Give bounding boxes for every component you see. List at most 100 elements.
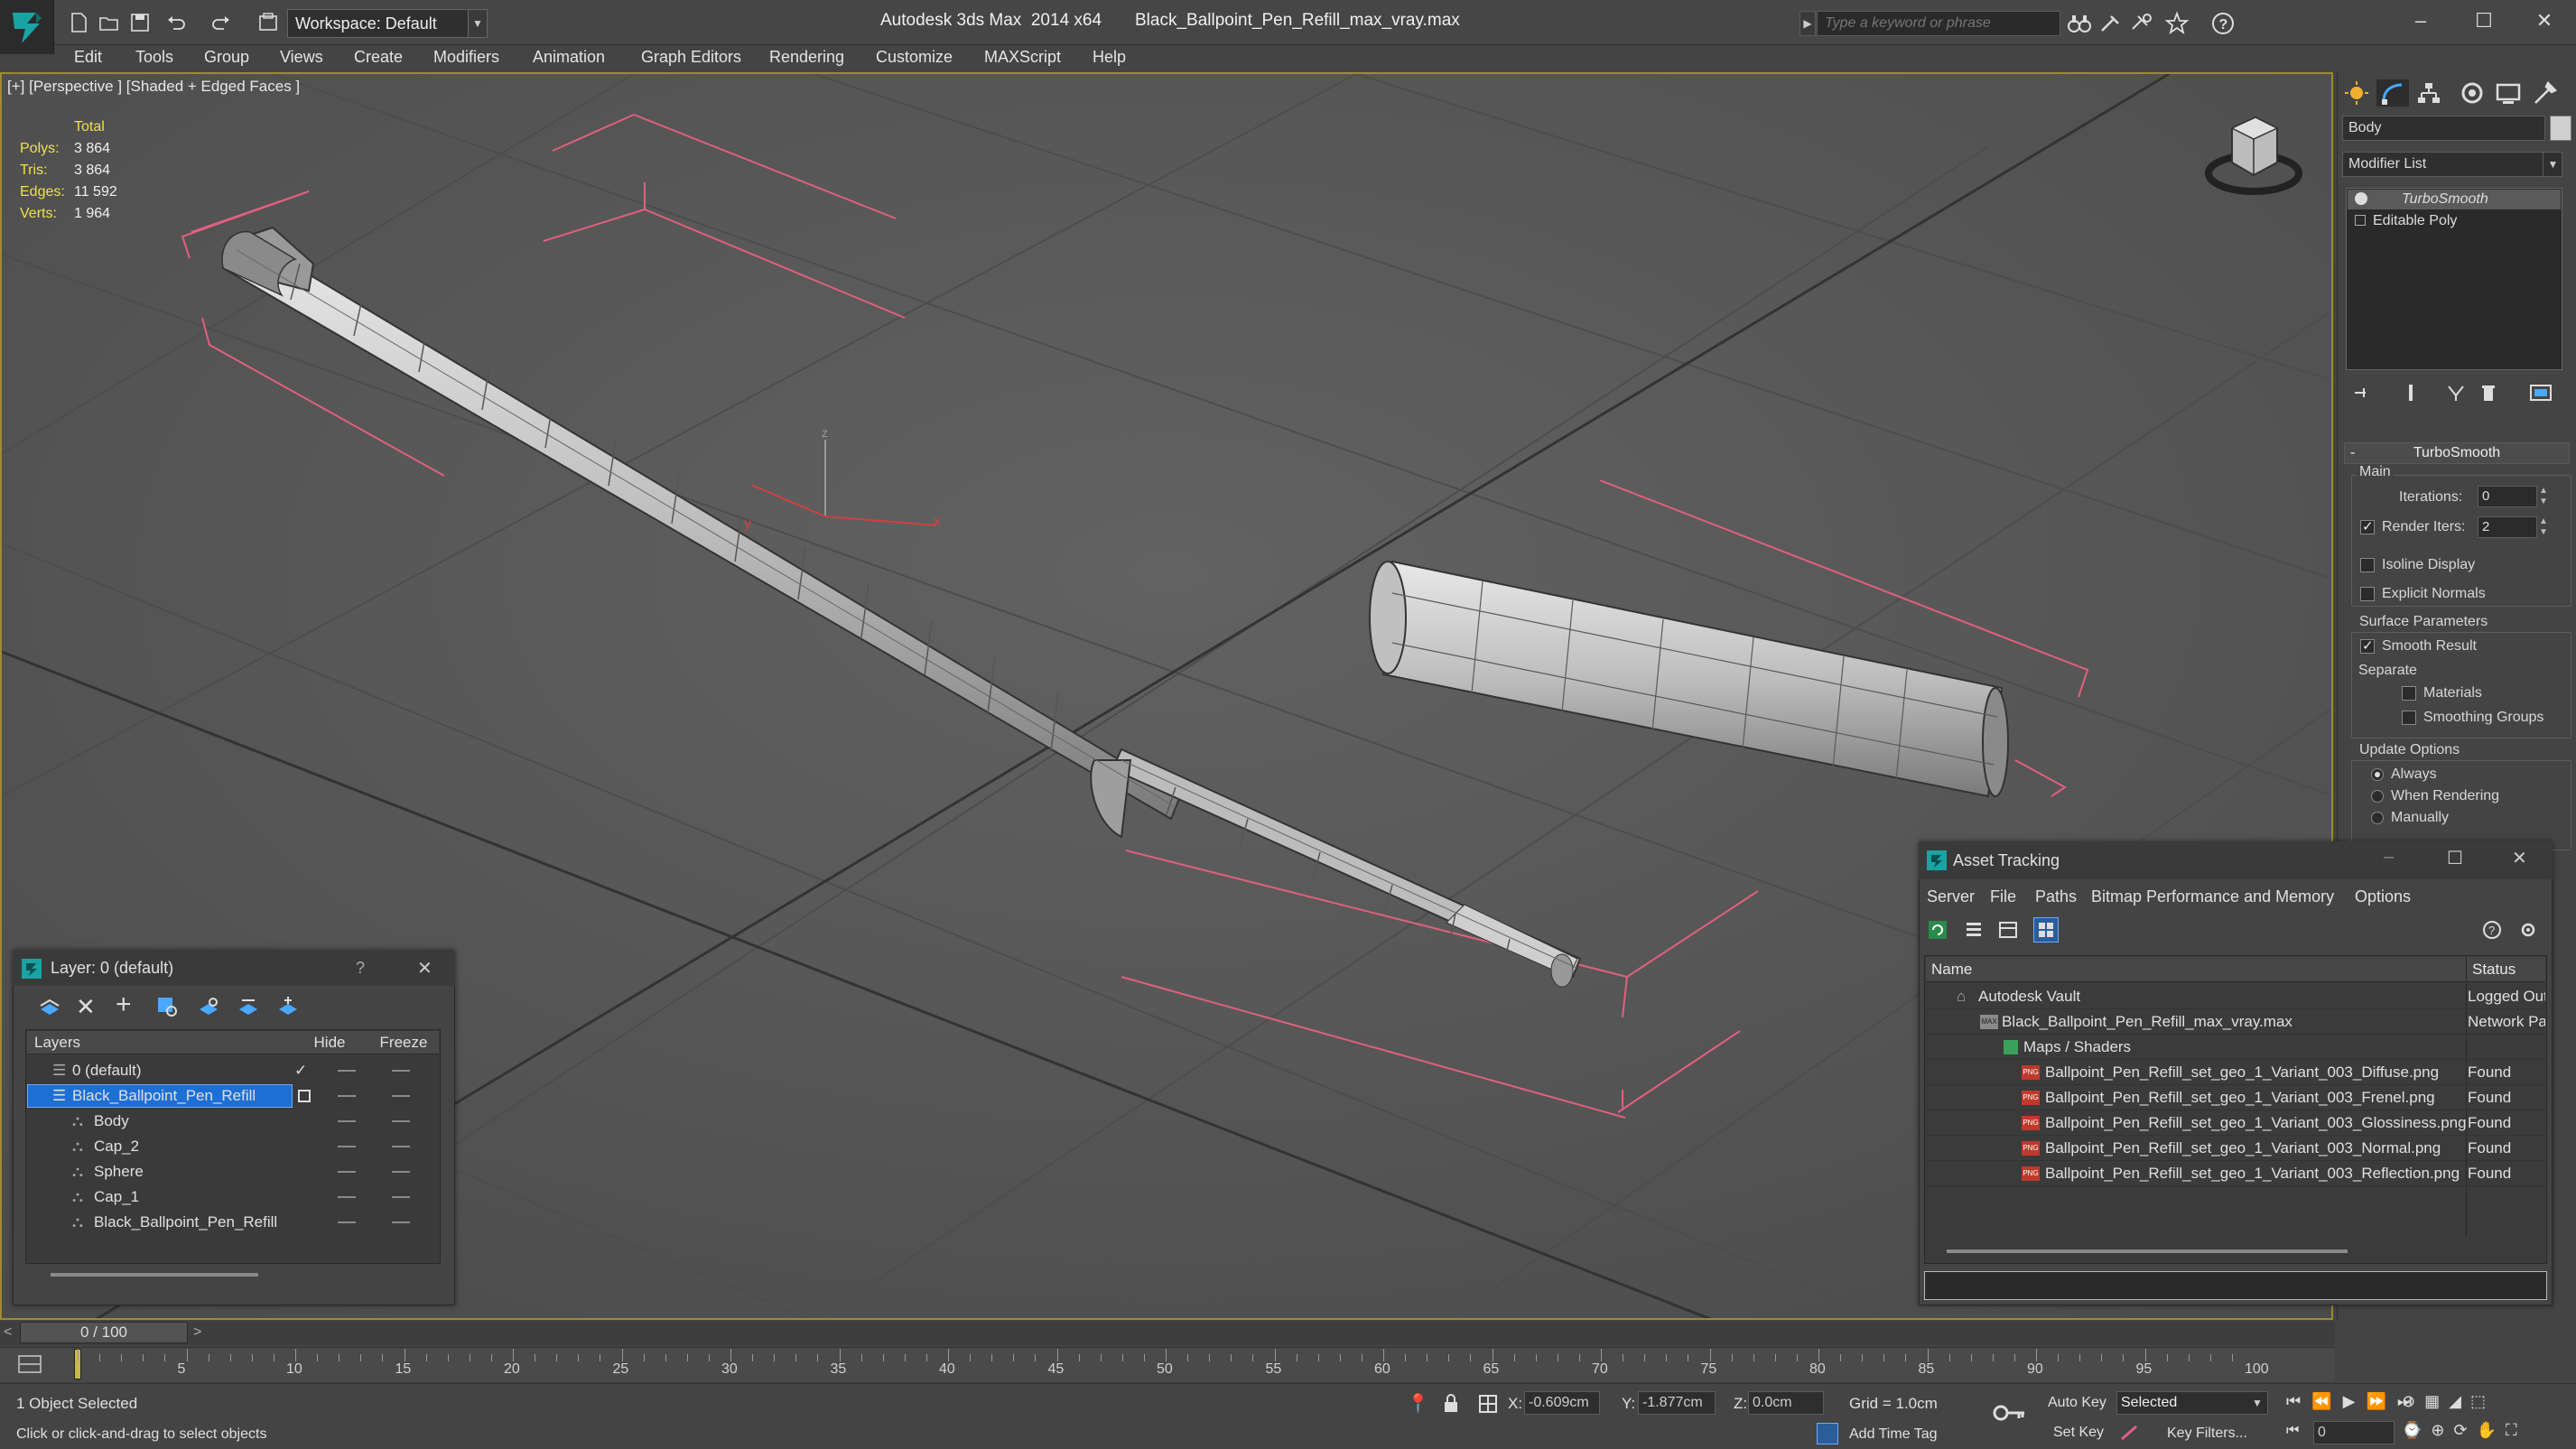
menu-views[interactable]: Views — [280, 45, 323, 69]
menu-customize[interactable]: Customize — [876, 45, 953, 69]
layer-row[interactable]: ☰ Black_Ballpoint_Pen_Refill — [27, 1083, 439, 1109]
make-current-box-icon[interactable] — [298, 1090, 311, 1102]
asset-menu-options[interactable]: Options — [2355, 885, 2411, 908]
subscription-icon[interactable] — [2097, 11, 2124, 36]
active-layer-check-icon[interactable]: ✓ — [294, 1058, 307, 1083]
layer-row[interactable]: ⛬ Body — [27, 1109, 439, 1134]
zoom-region-icon[interactable]: ⬚ — [2470, 1392, 2495, 1410]
freeze-toggle[interactable] — [392, 1171, 410, 1173]
asset-row[interactable]: PNG Ballpoint_Pen_Refill_set_geo_1_Varia… — [1926, 1136, 2545, 1161]
hide-toggle[interactable] — [338, 1146, 356, 1147]
app-logo[interactable] — [0, 0, 54, 54]
field-of-view-icon[interactable]: ◢ — [2449, 1392, 2470, 1410]
time-next-icon[interactable]: > — [193, 1322, 201, 1343]
menu-animation[interactable]: Animation — [533, 45, 605, 69]
stack-item-editable-poly[interactable]: Editable Poly — [2348, 211, 2561, 231]
set-key-icon[interactable] — [2118, 1423, 2145, 1443]
asset-menu-paths[interactable]: Paths — [2035, 885, 2077, 908]
zoom-all-icon[interactable]: ▦ — [2424, 1392, 2449, 1410]
show-end-result-icon[interactable] — [2400, 383, 2422, 403]
expand-box-icon[interactable] — [2355, 215, 2366, 226]
table-view-icon[interactable] — [1997, 919, 2019, 941]
menu-graph-editors[interactable]: Graph Editors — [641, 45, 741, 69]
add-time-tag-button[interactable]: Add Time Tag — [1849, 1426, 1938, 1443]
new-layer-icon[interactable] — [38, 995, 61, 1018]
chevron-down-icon[interactable]: ▼ — [2252, 1391, 2263, 1415]
play-icon[interactable]: ▶ — [2343, 1392, 2367, 1410]
undo-icon[interactable] — [163, 11, 190, 34]
rollout-turbosmooth[interactable]: - TurboSmooth — [2344, 442, 2570, 464]
modify-tab-icon[interactable] — [2376, 79, 2409, 107]
delete-layer-icon[interactable]: ✕ — [76, 995, 99, 1018]
lightbulb-icon[interactable] — [2355, 192, 2367, 205]
manually-radio[interactable] — [2371, 812, 2384, 824]
iterations-spinner[interactable]: 0 — [2478, 486, 2537, 507]
help-icon[interactable]: ? — [2481, 919, 2503, 941]
zoom-extents-icon[interactable]: ⊙ — [2402, 1392, 2424, 1410]
redo-icon[interactable] — [208, 11, 235, 34]
y-coord-field[interactable]: -1.877cm — [1638, 1391, 1716, 1415]
menu-modifiers[interactable]: Modifiers — [433, 45, 499, 69]
make-unique-icon[interactable] — [2445, 383, 2467, 403]
close-dialog-button[interactable]: ✕ — [417, 957, 432, 980]
asset-row[interactable]: PNG Ballpoint_Pen_Refill_set_geo_1_Varia… — [1926, 1110, 2545, 1136]
isoline-display-checkbox[interactable] — [2360, 558, 2375, 572]
menu-tools[interactable]: Tools — [135, 45, 173, 69]
modifier-list-dropdown[interactable]: Modifier List — [2342, 152, 2562, 177]
hide-toggle[interactable] — [338, 1120, 356, 1122]
menu-group[interactable]: Group — [204, 45, 249, 69]
column-header-freeze[interactable]: Freeze — [368, 1031, 439, 1054]
open-file-icon[interactable] — [96, 11, 123, 34]
object-name-field[interactable]: Body — [2342, 116, 2545, 141]
layer-row[interactable]: ☰ 0 (default) ✓ — [27, 1058, 439, 1083]
hide-toggle[interactable] — [338, 1095, 356, 1097]
display-tab-icon[interactable] — [2492, 79, 2525, 107]
explicit-normals-checkbox[interactable] — [2360, 587, 2375, 601]
binoculars-icon[interactable] — [2066, 11, 2093, 36]
select-in-layer-icon[interactable] — [155, 995, 179, 1018]
maximize-viewport-icon[interactable]: ⛶ — [2506, 1421, 2526, 1439]
menu-help[interactable]: Help — [1093, 45, 1126, 69]
key-icon[interactable] — [1992, 1401, 2028, 1425]
freeze-toggle[interactable] — [392, 1221, 410, 1223]
column-header-hide[interactable]: Hide — [291, 1031, 368, 1054]
maximize-dialog-button[interactable]: ☐ — [2447, 847, 2463, 869]
render-iters-spinner[interactable]: 2 — [2478, 516, 2537, 538]
isolate-selection-icon[interactable]: 📍 — [1407, 1392, 1429, 1416]
lock-icon[interactable] — [1441, 1392, 1461, 1416]
new-file-icon[interactable] — [65, 11, 92, 34]
always-radio[interactable] — [2371, 768, 2384, 781]
asset-row[interactable]: MAX Black_Ballpoint_Pen_Refill_max_vray.… — [1926, 1009, 2545, 1035]
when-rendering-radio[interactable] — [2371, 790, 2384, 803]
asset-table-scrollbar[interactable] — [1947, 1249, 2348, 1253]
viewport-nav-controls[interactable]: ⌚⊕⟳✋⛶ — [2402, 1421, 2564, 1444]
spinner-arrows-icon[interactable]: ▲ ▼ — [2539, 486, 2550, 507]
favorites-star-icon[interactable] — [2163, 11, 2190, 36]
save-file-icon[interactable] — [126, 11, 153, 34]
key-filters-button[interactable]: Key Filters... — [2167, 1426, 2247, 1442]
layer-list-scrollbar[interactable] — [51, 1273, 258, 1277]
time-config-icon[interactable]: ⌚ — [2402, 1421, 2431, 1439]
mini-curve-editor-icon[interactable] — [16, 1352, 43, 1376]
asset-path-field[interactable] — [1924, 1271, 2547, 1300]
chevron-down-icon[interactable]: ▼ — [2543, 152, 2562, 177]
hide-toggle[interactable] — [338, 1070, 356, 1072]
hide-toggle[interactable] — [338, 1221, 356, 1223]
list-view-icon[interactable] — [1963, 919, 1985, 941]
minimize-dialog-button[interactable]: – — [2384, 847, 2394, 868]
time-slider[interactable] — [0, 1322, 2335, 1345]
hide-toggle[interactable] — [338, 1171, 356, 1173]
pan-icon[interactable]: ✋ — [2477, 1421, 2506, 1439]
x-coord-field[interactable]: -0.609cm — [1524, 1391, 1600, 1415]
key-mode-toggle-icon[interactable]: ⏮ — [2286, 1423, 2311, 1444]
pin-stack-icon[interactable] — [2351, 383, 2373, 403]
viewport-label[interactable]: [+] [Perspective ] [Shaded + Edged Faces… — [7, 78, 300, 96]
menu-rendering[interactable]: Rendering — [769, 45, 844, 69]
project-folder-icon[interactable] — [255, 11, 282, 34]
prev-frame-icon[interactable]: ⏪ — [2311, 1392, 2342, 1410]
hide-all-layers-icon[interactable] — [237, 995, 260, 1018]
time-prev-icon[interactable]: < — [4, 1322, 12, 1343]
grid-view-icon[interactable] — [2033, 917, 2059, 943]
materials-checkbox[interactable] — [2402, 686, 2416, 701]
layer-row[interactable]: ⛬ Sphere — [27, 1159, 439, 1184]
